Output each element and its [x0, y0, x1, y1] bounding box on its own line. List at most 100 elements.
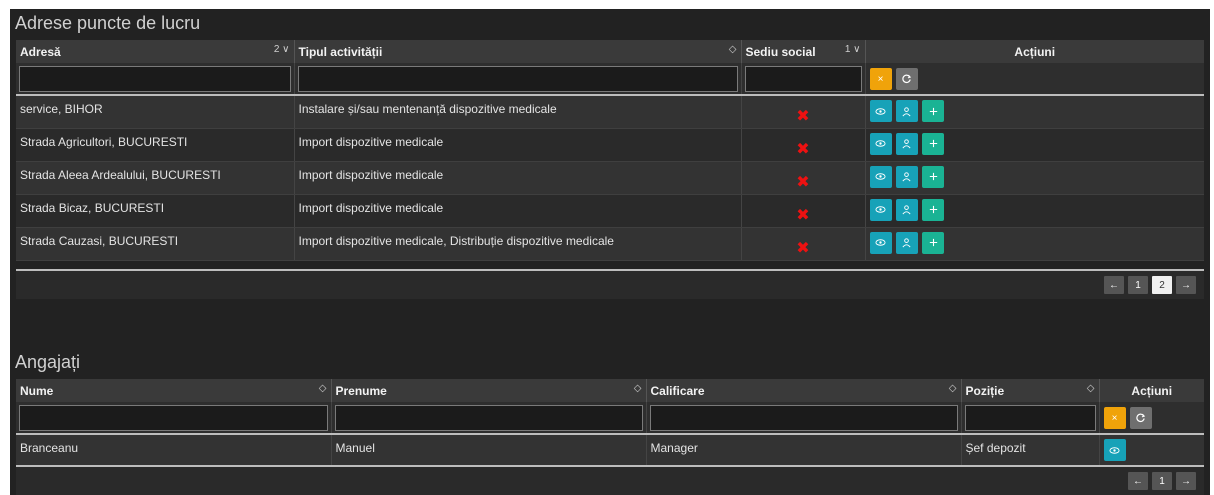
cell-activity: Import dispozitive medicale, Distribuție… — [294, 227, 742, 261]
view-button[interactable] — [869, 198, 892, 221]
col-header-position[interactable]: Poziție ◇ — [961, 379, 1100, 402]
table-row: service, BIHOR Instalare și/sau mentenan… — [16, 95, 1204, 129]
page-button-2[interactable]: 2 — [1152, 276, 1172, 294]
eye-icon — [875, 140, 886, 147]
cell-position: Șef depozit — [961, 434, 1100, 468]
page-button-1[interactable]: 1 — [1128, 276, 1148, 294]
next-page-button[interactable]: → — [1176, 472, 1196, 490]
cell-activity: Import dispozitive medicale — [294, 128, 742, 162]
add-button[interactable] — [922, 100, 945, 122]
plus-icon — [929, 107, 937, 115]
assign-user-button[interactable] — [895, 198, 918, 221]
user-icon — [902, 238, 911, 248]
assign-user-button[interactable] — [895, 165, 918, 188]
filter-row: × — [16, 402, 1204, 435]
eye-icon — [875, 107, 886, 115]
col-header-address[interactable]: Adresă 2 ∨ — [16, 40, 295, 63]
pagination: ← 1 2 → — [1104, 276, 1196, 294]
employees-pagination-bar: ← 1 → — [16, 465, 1204, 495]
plus-icon — [929, 172, 937, 181]
clear-filters-button[interactable]: × — [869, 68, 892, 90]
assign-user-button[interactable] — [895, 231, 918, 254]
first-name-filter-input[interactable] — [334, 404, 643, 431]
add-button[interactable] — [922, 231, 945, 254]
view-button[interactable] — [1103, 439, 1126, 461]
col-header-headquarters[interactable]: Sediu social 1 ∨ — [741, 40, 866, 63]
cell-qualification: Manager — [646, 434, 962, 468]
clear-filters-button[interactable]: × — [1103, 407, 1126, 429]
no-headquarters-icon: ✖ — [796, 239, 810, 257]
cell-activity: Instalare și/sau mentenanță dispozitive … — [294, 95, 742, 129]
cell-address: service, BIHOR — [16, 95, 295, 129]
eye-icon — [875, 239, 886, 246]
headquarters-filter-input[interactable] — [744, 65, 862, 92]
cell-activity: Import dispozitive medicale — [294, 161, 742, 195]
refresh-icon[interactable] — [895, 68, 918, 90]
table-row: Branceanu Manuel Manager Șef depozit — [16, 434, 1204, 468]
table-header: Adresă 2 ∨ Tipul activității ◇ Sediu socia… — [16, 40, 1204, 63]
add-button[interactable] — [922, 198, 945, 221]
view-button[interactable] — [869, 100, 892, 122]
table-row: Strada Agricultori, BUCURESTI Import dis… — [16, 128, 1204, 162]
view-button[interactable] — [869, 231, 892, 254]
user-icon — [902, 205, 911, 215]
cell-first-name: Manuel — [331, 434, 647, 468]
address-filter-input[interactable] — [19, 65, 291, 92]
sort-icon: ◇ — [948, 383, 957, 394]
cell-address: Strada Cauzasi, BUCURESTI — [16, 227, 295, 261]
qualification-filter-input[interactable] — [649, 404, 958, 431]
workplaces-table: Adresă 2 ∨ Tipul activității ◇ Sediu socia… — [16, 40, 1204, 261]
col-header-activity[interactable]: Tipul activității ◇ — [294, 40, 742, 63]
refresh-icon[interactable] — [1129, 407, 1152, 429]
table-row: Strada Cauzasi, BUCURESTI Import dispozi… — [16, 227, 1204, 261]
cell-activity: Import dispozitive medicale — [294, 194, 742, 228]
no-headquarters-icon: ✖ — [796, 173, 810, 191]
employees-panel: Angajați Nume ◇ Prenume ◇ Calificare ◇ Pozi… — [10, 340, 1210, 495]
cell-address: Strada Aleea Ardealului, BUCURESTI — [16, 161, 295, 195]
col-header-qualification[interactable]: Calificare ◇ — [646, 379, 962, 402]
sort-icon: ◇ — [318, 383, 327, 394]
pagination: ← 1 → — [1128, 472, 1196, 490]
sort-icon: 2 ∨ — [273, 44, 290, 55]
prev-page-button[interactable]: ← — [1128, 472, 1148, 490]
add-button[interactable] — [922, 165, 945, 188]
table-row: Strada Bicaz, BUCURESTI Import dispoziti… — [16, 194, 1204, 228]
eye-icon — [875, 206, 886, 213]
no-headquarters-icon: ✖ — [796, 140, 810, 158]
view-button[interactable] — [869, 132, 892, 155]
col-header-last-name[interactable]: Nume ◇ — [16, 379, 332, 402]
col-header-actions: Acțiuni — [1099, 379, 1204, 402]
assign-user-button[interactable] — [895, 132, 918, 155]
next-page-button[interactable]: → — [1176, 276, 1196, 294]
no-headquarters-icon: ✖ — [796, 108, 810, 125]
col-header-actions: Acțiuni — [865, 40, 1204, 63]
workplaces-panel: Adrese puncte de lucru Adresă 2 ∨ Tipul a… — [10, 9, 1210, 340]
assign-user-button[interactable] — [895, 100, 918, 122]
cell-address: Strada Agricultori, BUCURESTI — [16, 128, 295, 162]
table-header: Nume ◇ Prenume ◇ Calificare ◇ Poziție ◇ Acți… — [16, 379, 1204, 402]
position-filter-input[interactable] — [964, 404, 1096, 431]
employees-table: Nume ◇ Prenume ◇ Calificare ◇ Poziție ◇ Acți… — [16, 379, 1204, 468]
plus-icon — [929, 205, 937, 214]
view-button[interactable] — [869, 165, 892, 188]
sort-icon: ◇ — [1086, 383, 1095, 394]
user-icon — [902, 172, 911, 182]
last-name-filter-input[interactable] — [19, 404, 328, 431]
cell-last-name: Branceanu — [16, 434, 332, 468]
prev-page-button[interactable]: ← — [1104, 276, 1124, 294]
eye-icon — [875, 173, 886, 180]
eye-icon — [1109, 446, 1120, 454]
sort-icon: ◇ — [633, 383, 642, 394]
no-headquarters-icon: ✖ — [796, 206, 810, 224]
cell-address: Strada Bicaz, BUCURESTI — [16, 194, 295, 228]
workplaces-pagination-bar: ← 1 2 → — [16, 269, 1204, 299]
user-icon — [902, 139, 911, 149]
plus-icon — [929, 139, 937, 148]
page-button-1[interactable]: 1 — [1152, 472, 1172, 490]
activity-filter-input[interactable] — [297, 65, 738, 92]
sort-icon: 1 ∨ — [844, 44, 861, 55]
user-icon — [902, 106, 911, 116]
col-header-first-name[interactable]: Prenume ◇ — [331, 379, 647, 402]
add-button[interactable] — [922, 132, 945, 155]
workplaces-title: Adrese puncte de lucru — [15, 13, 201, 33]
